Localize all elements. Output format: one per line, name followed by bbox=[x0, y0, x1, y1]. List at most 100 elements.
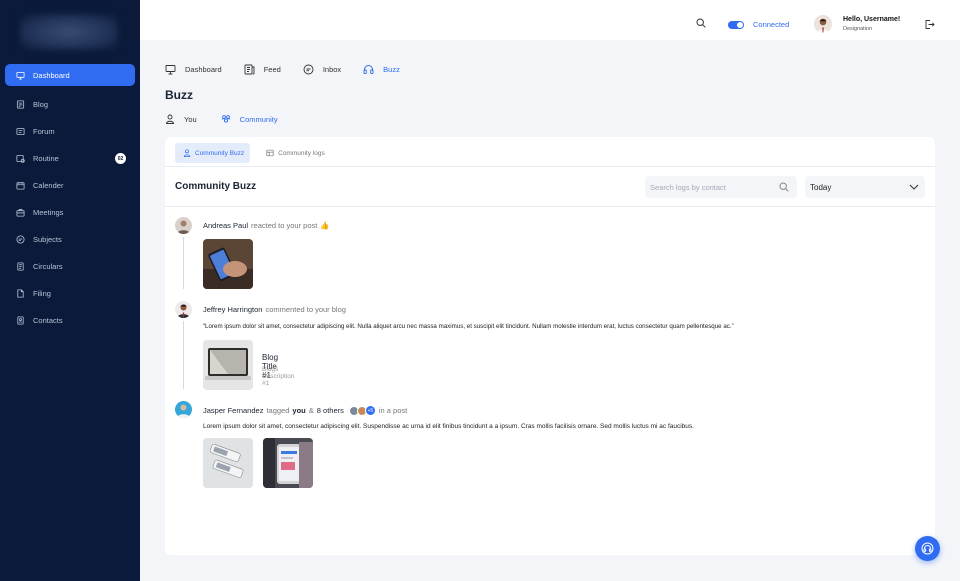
more-count-badge: +5 bbox=[364, 405, 376, 416]
sidebar-item-circulars[interactable]: Circulars bbox=[0, 253, 140, 280]
search-icon[interactable] bbox=[696, 18, 706, 28]
headset-icon bbox=[921, 542, 934, 555]
sidebar-item-label: Routine bbox=[33, 154, 59, 163]
sidebar-item-label: Meetings bbox=[33, 208, 64, 217]
user-name[interactable]: Jeffrey Harrington bbox=[203, 305, 262, 314]
sidebar-item-label: Circulars bbox=[33, 262, 63, 271]
ampersand-text: & bbox=[308, 406, 314, 415]
contacts-icon bbox=[17, 316, 24, 325]
feed-text: Andreas Paul reacted to your post 👍 bbox=[203, 221, 330, 230]
sidebar-item-calender[interactable]: Calender bbox=[0, 172, 140, 199]
select-value: Today bbox=[810, 182, 832, 192]
inbox-icon bbox=[303, 64, 314, 75]
feed-text: Jasper Fernandez tagged you & 8 others +… bbox=[203, 405, 407, 416]
monitor-icon bbox=[16, 71, 25, 80]
action-text: commented to your blog bbox=[265, 305, 346, 314]
timeline-line bbox=[183, 237, 184, 289]
filing-icon bbox=[17, 289, 24, 298]
tab-community-logs[interactable]: Community logs bbox=[258, 143, 331, 163]
post-thumbnail[interactable] bbox=[263, 438, 313, 488]
sidebar-item-label: Filing bbox=[33, 289, 51, 298]
tab-dashboard[interactable]: Dashboard bbox=[165, 64, 222, 75]
thumbs-up-icon: 👍 bbox=[320, 221, 330, 230]
connection-status: Connected bbox=[753, 20, 790, 29]
tab-label: You bbox=[184, 114, 197, 124]
tagged-avatars[interactable]: +5 bbox=[348, 405, 376, 416]
logo bbox=[20, 14, 118, 50]
search-icon[interactable] bbox=[779, 182, 789, 192]
suffix-text: in a post bbox=[378, 406, 408, 415]
sidebar-nav: Dashboard Blog Forum Routine 02 Calender… bbox=[0, 64, 140, 334]
connection-toggle[interactable] bbox=[728, 21, 744, 29]
sidebar-item-label: Blog bbox=[33, 100, 49, 109]
others-link[interactable]: 8 others bbox=[317, 406, 344, 415]
meetings-icon bbox=[16, 209, 25, 217]
user-icon bbox=[165, 114, 175, 124]
sidebar-item-blog[interactable]: Blog bbox=[0, 91, 140, 118]
blog-thumbnail[interactable] bbox=[203, 340, 253, 390]
post-thumbnail[interactable] bbox=[203, 239, 253, 289]
tab-label: Community Buzz bbox=[195, 149, 245, 157]
avatar[interactable] bbox=[175, 217, 192, 234]
user-name[interactable]: Jasper Fernandez bbox=[203, 406, 263, 415]
timeline-line bbox=[183, 321, 184, 389]
action-text: reacted to your post bbox=[251, 221, 318, 230]
routine-icon bbox=[16, 154, 25, 163]
user-icon bbox=[183, 149, 191, 157]
sidebar-item-filing[interactable]: Filing bbox=[0, 280, 140, 307]
sub-tabs: You Community bbox=[165, 114, 302, 124]
calendar-icon bbox=[16, 181, 25, 190]
forum-icon bbox=[16, 127, 25, 136]
sidebar-item-dashboard[interactable]: Dashboard bbox=[5, 64, 135, 86]
top-tabs: Dashboard Feed Inbox Buzz bbox=[165, 64, 422, 75]
you-text: you bbox=[292, 406, 306, 415]
tab-label: Buzz bbox=[383, 65, 400, 74]
sidebar-item-contacts[interactable]: Contacts bbox=[0, 307, 140, 334]
sidebar: Dashboard Blog Forum Routine 02 Calender… bbox=[0, 0, 140, 581]
sidebar-item-label: Forum bbox=[33, 127, 55, 136]
sidebar-item-forum[interactable]: Forum bbox=[0, 118, 140, 145]
greeting: Hello, Username! bbox=[843, 16, 901, 23]
tab-label: Feed bbox=[263, 65, 281, 74]
top-bar: Connected Hello, Username! Designation bbox=[140, 0, 960, 40]
sidebar-item-subjects[interactable]: Subjects bbox=[0, 226, 140, 253]
card-title: Community Buzz bbox=[175, 181, 257, 192]
user-name[interactable]: Andreas Paul bbox=[203, 221, 248, 230]
post-thumbnail[interactable] bbox=[203, 438, 253, 488]
tab-buzz[interactable]: Buzz bbox=[363, 64, 400, 75]
feed-text: Jeffrey Harrington commented to your blo… bbox=[203, 305, 346, 314]
avatar[interactable] bbox=[175, 301, 192, 318]
tab-you[interactable]: You bbox=[165, 114, 197, 124]
card-tabs: Community Buzz Community logs bbox=[175, 143, 339, 163]
tab-feed[interactable]: Feed bbox=[244, 64, 281, 75]
tab-label: Community logs bbox=[278, 149, 325, 157]
routine-badge: 02 bbox=[115, 153, 126, 164]
logout-icon[interactable] bbox=[924, 19, 935, 30]
monitor-icon bbox=[165, 65, 176, 75]
blog-icon bbox=[16, 100, 25, 109]
divider bbox=[165, 166, 935, 167]
date-filter-select[interactable]: Today bbox=[805, 176, 925, 198]
search-input[interactable] bbox=[645, 176, 797, 198]
avatar[interactable] bbox=[814, 15, 832, 33]
circulars-icon bbox=[17, 262, 24, 271]
community-icon bbox=[221, 115, 231, 123]
sidebar-item-label: Subjects bbox=[33, 235, 62, 244]
tab-label: Inbox bbox=[322, 65, 342, 74]
tab-community-buzz[interactable]: Community Buzz bbox=[175, 143, 251, 163]
action-text: tagged bbox=[266, 406, 290, 415]
divider bbox=[165, 206, 935, 207]
tab-community[interactable]: Community bbox=[221, 114, 278, 124]
sidebar-item-meetings[interactable]: Meetings bbox=[0, 199, 140, 226]
sidebar-item-label: Calender bbox=[33, 181, 64, 190]
feed-icon bbox=[244, 64, 255, 75]
logs-icon bbox=[266, 149, 274, 157]
tab-inbox[interactable]: Inbox bbox=[303, 64, 341, 75]
avatar[interactable] bbox=[175, 401, 192, 418]
chevron-down-icon bbox=[909, 184, 919, 190]
comment-text: “Lorem ipsum dolor sit amet, consectetur… bbox=[203, 323, 734, 330]
blog-description: Blogs Description #1 bbox=[262, 366, 295, 387]
chat-fab-button[interactable] bbox=[915, 536, 940, 561]
community-buzz-card: Community Buzz Community logs Community … bbox=[165, 137, 935, 555]
sidebar-item-routine[interactable]: Routine 02 bbox=[0, 145, 140, 172]
